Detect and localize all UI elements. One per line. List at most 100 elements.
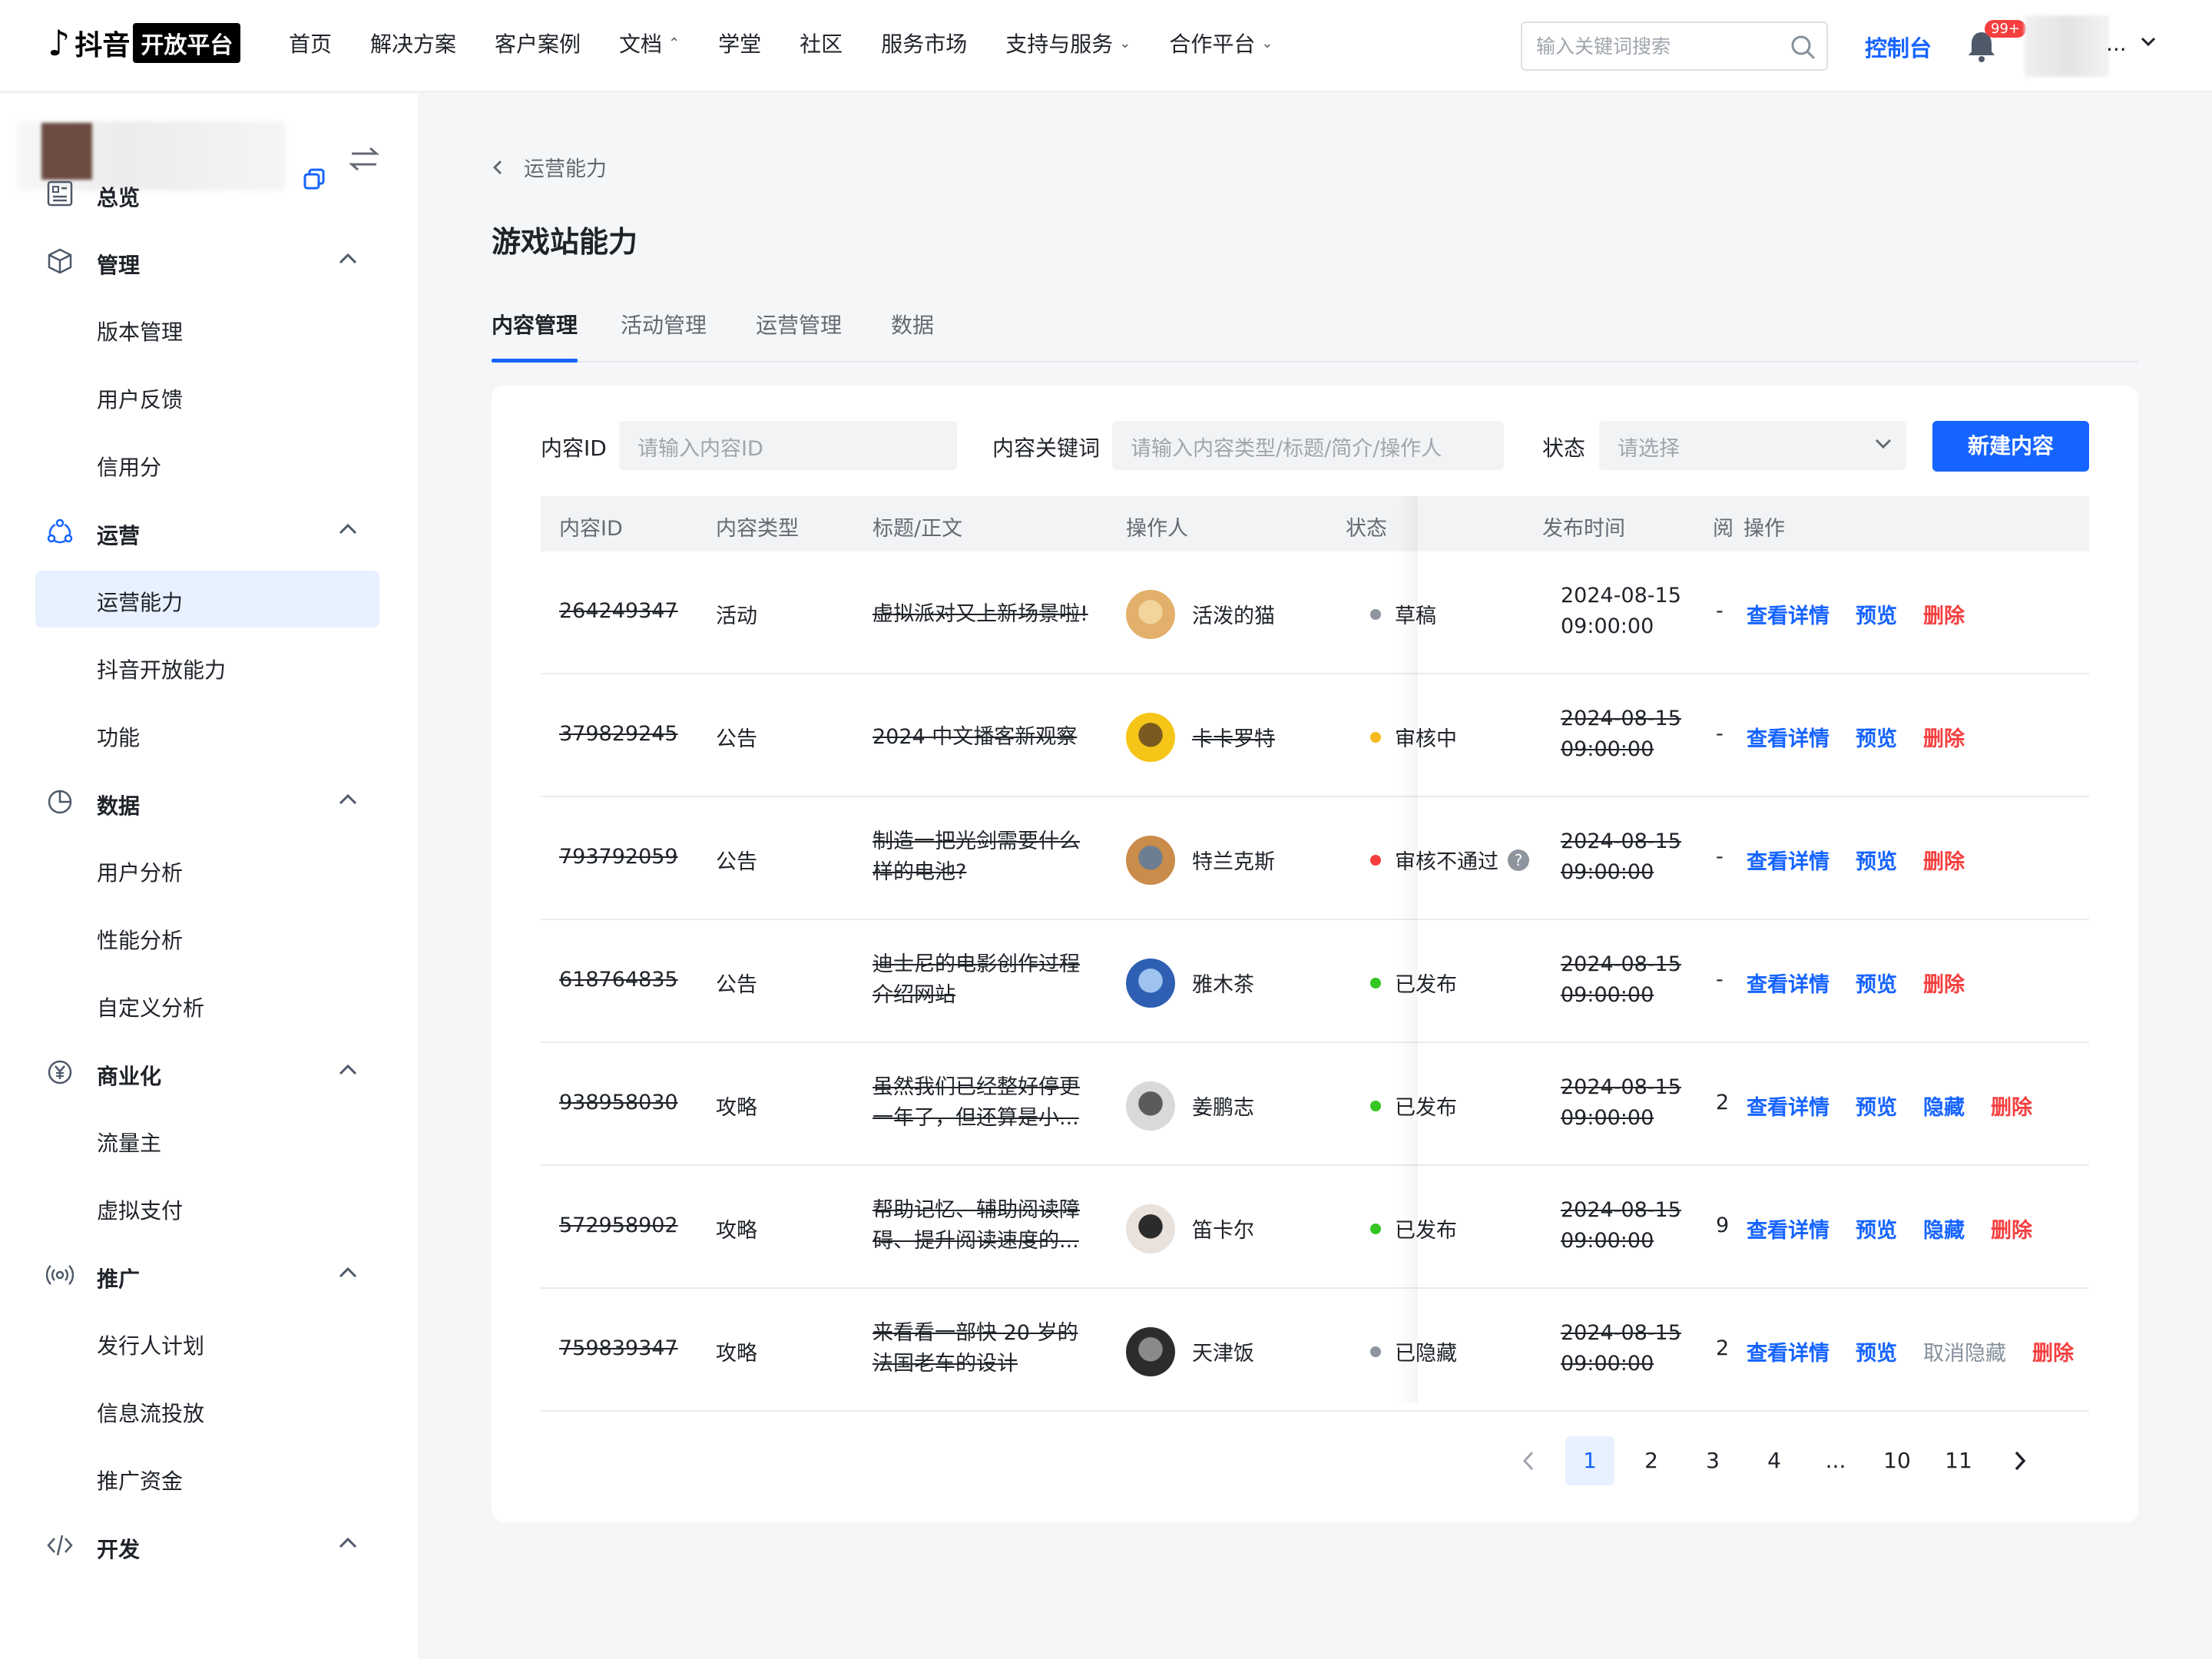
content-id-input[interactable]: 请输入内容ID [619,421,957,470]
chevron-up-icon[interactable] [338,793,358,806]
console-link[interactable]: 控制台 [1865,31,1932,63]
prev-page-button[interactable] [1504,1436,1553,1485]
sidebar-item[interactable]: 虚拟支付 [35,1179,379,1236]
sidebar-item[interactable]: 信息流投放 [35,1382,379,1439]
action-预览[interactable]: 预览 [1856,1214,1897,1243]
action-删除[interactable]: 删除 [1923,845,1965,875]
sidebar-item[interactable]: 抖音开放能力 [35,638,379,695]
sidebar-item[interactable]: 用户分析 [35,841,379,898]
action-隐藏[interactable]: 隐藏 [1923,1091,1965,1121]
sidebar-item[interactable]: 推广资金 [35,1449,379,1506]
content-type: 公告 [716,850,757,874]
tab-1[interactable]: 活动管理 [621,309,707,361]
publish-time: 2024-08-15 09:00:00 [1561,1318,1681,1379]
operate-icon [47,518,73,544]
sidebar-group-cube[interactable]: 管理 [0,227,418,295]
search-input[interactable] [1536,23,1782,69]
sidebar-item[interactable]: 版本管理 [35,300,379,357]
tab-3[interactable]: 数据 [891,309,934,361]
action-删除[interactable]: 删除 [1923,968,1965,998]
tab-2[interactable]: 运营管理 [756,309,842,361]
status-dot [1370,731,1381,743]
sidebar-group-operate[interactable]: 运营 [0,498,418,565]
action-隐藏[interactable]: 隐藏 [1923,1214,1965,1243]
action-预览[interactable]: 预览 [1856,1336,1897,1366]
page-3[interactable]: 3 [1688,1436,1737,1485]
user-avatar[interactable] [2025,15,2109,77]
sidebar-item-label: 运营能力 [97,590,184,615]
chevron-up-icon[interactable] [338,522,358,536]
new-content-button[interactable]: 新建内容 [1932,421,2089,472]
menu-item[interactable]: 文档 ⌃ [619,28,680,58]
action-查看详情[interactable]: 查看详情 [1747,845,1830,875]
menu-item-label: 支持与服务 [1005,31,1114,57]
action-查看详情[interactable]: 查看详情 [1747,722,1830,752]
action-删除[interactable]: 删除 [1991,1091,2032,1121]
sidebar-item[interactable]: 自定义分析 [35,976,379,1033]
action-预览[interactable]: 预览 [1856,968,1897,998]
read-count: 2 [1716,1336,1730,1360]
action-删除[interactable]: 删除 [1923,599,1965,629]
user-name[interactable]: ... [2106,31,2127,56]
search-icon[interactable] [1790,34,1816,60]
page-10[interactable]: 10 [1873,1436,1922,1485]
chevron-up-icon[interactable] [338,252,358,266]
sidebar-item[interactable]: 用户反馈 [35,368,379,425]
sidebar-item[interactable]: 功能 [35,706,379,763]
action-删除[interactable]: 删除 [1923,722,1965,752]
sidebar-group-broadcast[interactable]: 推广 [0,1241,418,1309]
next-page-button[interactable] [1995,1436,2045,1485]
menu-item[interactable]: 解决方案 [370,28,456,58]
help-icon[interactable]: ? [1508,849,1529,871]
menu-item-label: 学堂 [718,31,762,57]
action-删除[interactable]: 删除 [2032,1336,2074,1366]
publish-clock: 09:00:00 [1561,860,1654,884]
breadcrumb[interactable]: 运营能力 [492,152,607,182]
sidebar-group-pie[interactable]: 数据 [0,768,418,836]
sidebar-group-yuan[interactable]: 商业化 [0,1038,418,1106]
action-预览[interactable]: 预览 [1856,722,1897,752]
action-取消隐藏[interactable]: 取消隐藏 [1923,1336,2006,1366]
menu-item[interactable]: 学堂 [718,28,761,58]
page-2[interactable]: 2 [1627,1436,1676,1485]
menu-item[interactable]: 服务市场 [881,28,967,58]
menu-item[interactable]: 合作平台 ⌄ [1169,28,1273,58]
action-删除[interactable]: 删除 [1991,1214,2032,1243]
action-查看详情[interactable]: 查看详情 [1747,599,1830,629]
chevron-up-icon[interactable] [338,1063,358,1077]
page-11[interactable]: 11 [1934,1436,1983,1485]
chevron-up-icon[interactable] [338,1266,358,1280]
sidebar-item[interactable]: 运营能力 [35,571,379,628]
sidebar-group-code[interactable]: 开发 [0,1512,418,1579]
notification-button[interactable]: 99+ [1966,20,2026,66]
cube-icon [48,248,72,274]
douyin-logo[interactable]: ♪ 抖音 开放平台 [48,23,241,63]
action-预览[interactable]: 预览 [1856,1091,1897,1121]
sidebar-item[interactable]: 性能分析 [35,909,379,965]
status-select[interactable]: 请选择 [1599,421,1906,470]
action-预览[interactable]: 预览 [1856,599,1897,629]
back-arrow-icon[interactable] [492,158,504,177]
keyword-input[interactable]: 请输入内容类型/标题/简介/操作人 [1112,421,1504,470]
sidebar-item[interactable]: 流量主 [35,1111,379,1168]
action-查看详情[interactable]: 查看详情 [1747,1214,1830,1243]
chevron-down-icon[interactable] [2140,35,2157,48]
menu-item[interactable]: 支持与服务 ⌄ [1005,28,1131,58]
menu-item[interactable]: 社区 [800,28,843,58]
sidebar-group-overview[interactable]: 总览 [0,160,418,227]
action-预览[interactable]: 预览 [1856,845,1897,875]
tab-0[interactable]: 内容管理 [492,309,578,363]
page-4[interactable]: 4 [1750,1436,1799,1485]
search-box[interactable] [1521,22,1828,71]
breadcrumb-label[interactable]: 运营能力 [524,152,607,182]
action-查看详情[interactable]: 查看详情 [1747,1336,1830,1366]
chevron-up-icon[interactable] [338,1536,358,1550]
action-查看详情[interactable]: 查看详情 [1747,968,1830,998]
page-1[interactable]: 1 [1565,1436,1614,1485]
sidebar-item[interactable]: 信用分 [35,435,379,492]
menu-item[interactable]: 首页 [289,28,332,58]
sidebar-item[interactable]: 发行人计划 [35,1314,379,1371]
action-查看详情[interactable]: 查看详情 [1747,1091,1830,1121]
publish-time: 2024-08-15 09:00:00 [1561,826,1681,888]
menu-item[interactable]: 客户案例 [495,28,581,58]
